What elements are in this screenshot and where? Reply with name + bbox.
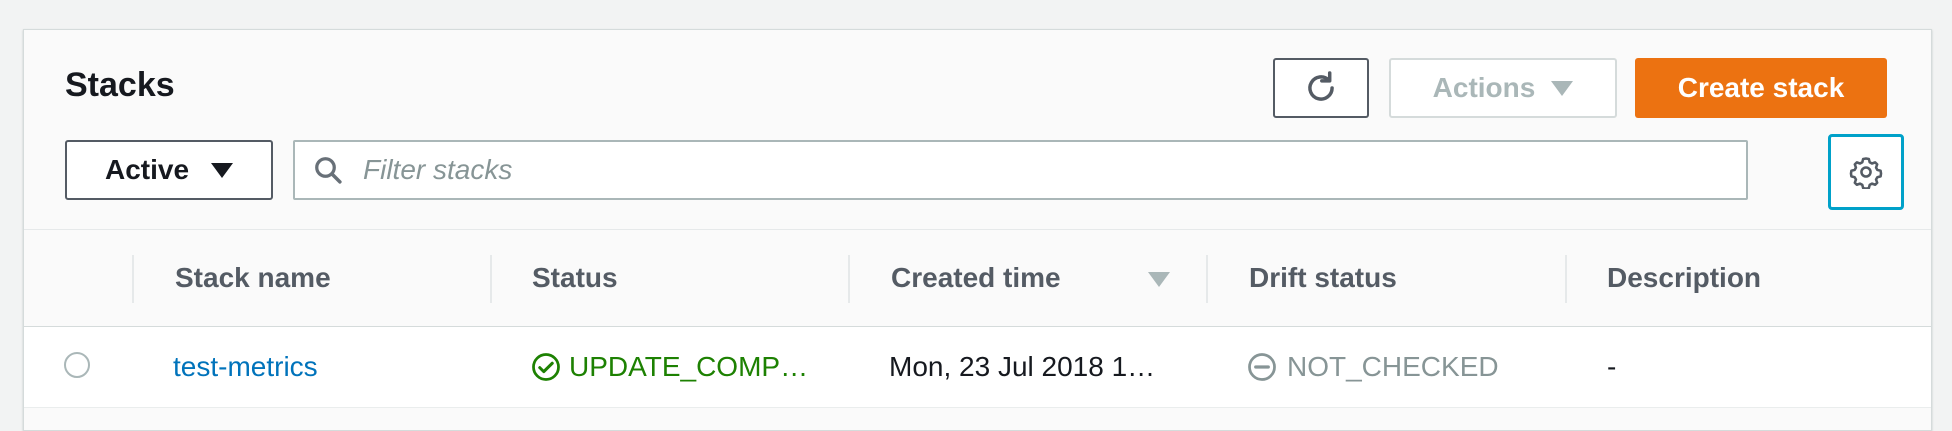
table-row[interactable]: test-metrics UPDATE_COMP… Mon, 23 Jul 20… xyxy=(24,327,1931,408)
row-select-radio[interactable] xyxy=(64,352,90,378)
status-cell: UPDATE_COMP… xyxy=(531,327,808,407)
created-time-cell: Mon, 23 Jul 2018 1… xyxy=(889,351,1156,382)
column-header-stack-name[interactable]: Stack name xyxy=(175,230,331,326)
refresh-button[interactable] xyxy=(1273,58,1369,118)
status-filter-value: Active xyxy=(104,154,190,185)
caret-down-icon xyxy=(1551,80,1574,96)
table-header: Stack name Status Created time Drift sta… xyxy=(24,230,1931,327)
create-stack-button[interactable]: Create stack xyxy=(1635,58,1887,118)
caret-down-icon xyxy=(211,162,234,178)
column-separator xyxy=(848,255,850,303)
column-separator xyxy=(1206,255,1208,303)
description-cell: - xyxy=(1607,351,1617,382)
column-separator xyxy=(132,255,134,303)
column-header-status[interactable]: Status xyxy=(532,230,618,326)
column-header-drift-status[interactable]: Drift status xyxy=(1249,230,1397,326)
status-text: UPDATE_COMP… xyxy=(569,351,809,382)
actions-button[interactable]: Actions xyxy=(1389,58,1617,118)
status-filter-select[interactable]: Active xyxy=(65,140,273,200)
sort-descending-icon[interactable] xyxy=(1148,272,1170,287)
stack-name-link[interactable]: test-metrics xyxy=(173,327,318,407)
not-checked-icon xyxy=(1248,353,1276,381)
filter-stacks-input[interactable] xyxy=(361,153,1746,187)
page-title: Stacks xyxy=(65,66,175,104)
preferences-button[interactable] xyxy=(1828,134,1904,210)
drift-status-text: NOT_CHECKED xyxy=(1287,351,1499,382)
drift-status-cell: NOT_CHECKED xyxy=(1247,327,1499,407)
filter-stacks-field[interactable] xyxy=(293,140,1748,200)
column-separator xyxy=(1565,255,1567,303)
column-header-created-time[interactable]: Created time xyxy=(891,230,1061,326)
search-icon xyxy=(315,157,342,184)
success-check-icon xyxy=(532,353,560,381)
column-separator xyxy=(490,255,492,303)
stacks-panel: Stacks Actions Create stack Active Stack… xyxy=(23,29,1932,431)
refresh-icon xyxy=(1308,71,1334,101)
gear-icon xyxy=(1849,157,1883,189)
actions-label: Actions xyxy=(1432,72,1536,103)
column-header-description[interactable]: Description xyxy=(1607,230,1761,326)
